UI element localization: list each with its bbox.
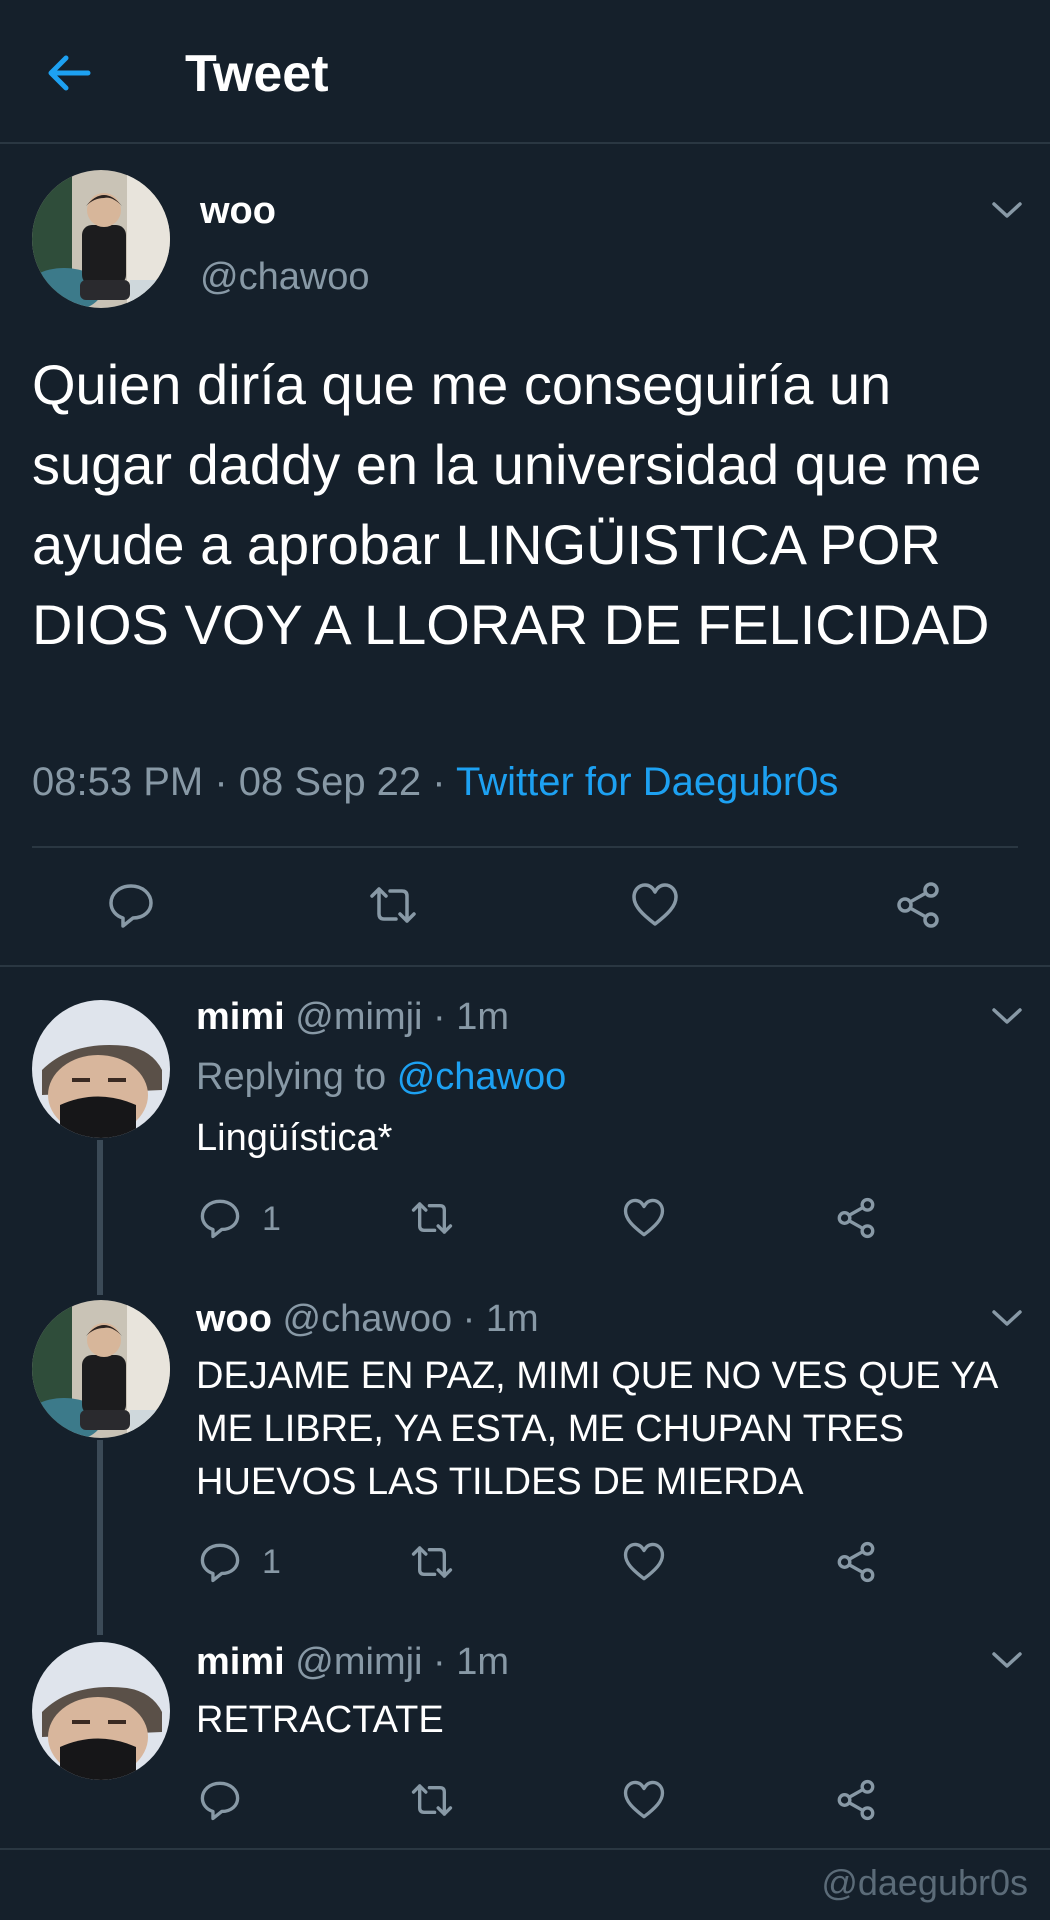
share-icon[interactable] xyxy=(834,1778,878,1822)
avatar-woo[interactable] xyxy=(32,1300,170,1438)
watermark: @daegubr0s xyxy=(821,1862,1028,1903)
reply-count: 1 xyxy=(262,1543,281,1581)
reply-count: 1 xyxy=(262,1200,281,1238)
like-icon[interactable] xyxy=(630,880,680,930)
reply-icon[interactable] xyxy=(106,880,156,930)
retweet-icon[interactable] xyxy=(368,880,418,930)
share-icon[interactable] xyxy=(893,880,943,930)
author-handle[interactable]: @chawoo xyxy=(200,256,370,299)
reply-author-name[interactable]: mimi xyxy=(196,996,285,1038)
back-arrow-icon[interactable] xyxy=(44,48,94,98)
tweet-text: Quien diría que me conseguiría un sugar … xyxy=(32,353,990,656)
reply-icon[interactable] xyxy=(198,1540,242,1584)
avatar-mimi[interactable] xyxy=(32,1642,170,1780)
reply-author-name[interactable]: mimi xyxy=(196,1641,285,1683)
page-title: Tweet xyxy=(185,45,329,103)
avatar-mimi[interactable] xyxy=(32,1000,170,1138)
like-icon[interactable] xyxy=(622,1778,666,1822)
reply-author-handle[interactable]: @mimji xyxy=(295,996,422,1038)
meta-separator: · xyxy=(432,760,457,804)
retweet-icon[interactable] xyxy=(410,1196,454,1240)
reply-dot: · xyxy=(433,996,446,1038)
tweet-time: 08:53 PM xyxy=(32,760,204,804)
replying-to-label: Replying to xyxy=(196,1056,387,1098)
divider xyxy=(0,965,1050,967)
like-icon[interactable] xyxy=(622,1540,666,1584)
thread-line xyxy=(97,1140,103,1295)
divider xyxy=(0,1848,1050,1850)
chevron-down-icon[interactable] xyxy=(990,1648,1024,1672)
reply-dot: · xyxy=(462,1298,476,1340)
reply-author-handle[interactable]: @chawoo xyxy=(283,1298,453,1340)
replying-to: Replying to @chawoo xyxy=(196,1056,566,1099)
reply-header: woo @chawoo · 1m xyxy=(196,1298,539,1341)
reply-text: Lingüística* xyxy=(196,1117,393,1159)
share-icon[interactable] xyxy=(834,1540,878,1584)
share-icon[interactable] xyxy=(834,1196,878,1240)
chevron-down-icon[interactable] xyxy=(990,1306,1024,1330)
like-icon[interactable] xyxy=(622,1196,666,1240)
reply-age: 1m xyxy=(456,1641,510,1683)
retweet-icon[interactable] xyxy=(410,1540,454,1584)
reply-icon[interactable] xyxy=(198,1778,242,1822)
tweet-date: 08 Sep 22 xyxy=(238,760,422,804)
thread-line xyxy=(97,1440,103,1635)
reply-author-handle[interactable]: @mimji xyxy=(295,1641,422,1683)
reply-age: 1m xyxy=(456,996,510,1038)
chevron-down-icon[interactable] xyxy=(990,198,1024,222)
reply-icon[interactable] xyxy=(198,1196,242,1240)
retweet-icon[interactable] xyxy=(410,1778,454,1822)
meta-separator: · xyxy=(214,760,239,804)
top-bar: Tweet xyxy=(0,0,1050,144)
tweet-source-link[interactable]: Twitter for Daegubr0s xyxy=(456,760,838,804)
reply-text: RETRACTATE xyxy=(196,1699,444,1741)
avatar-woo[interactable] xyxy=(32,170,170,308)
reply-header: mimi @mimji · 1m xyxy=(196,1641,509,1684)
reply-age: 1m xyxy=(485,1298,539,1340)
reply-text: DEJAME EN PAZ, MIMI QUE NO VES QUE YA ME… xyxy=(196,1355,997,1503)
chevron-down-icon[interactable] xyxy=(990,1004,1024,1028)
reply-author-name[interactable]: woo xyxy=(196,1298,272,1340)
divider xyxy=(32,846,1018,848)
reply-header: mimi @mimji · 1m xyxy=(196,996,509,1039)
reply-dot: · xyxy=(433,1641,446,1683)
replying-to-handle[interactable]: @chawoo xyxy=(397,1056,567,1098)
tweet-meta: 08:53 PM · 08 Sep 22 · Twitter for Daegu… xyxy=(32,760,838,805)
author-name[interactable]: woo xyxy=(200,190,276,233)
